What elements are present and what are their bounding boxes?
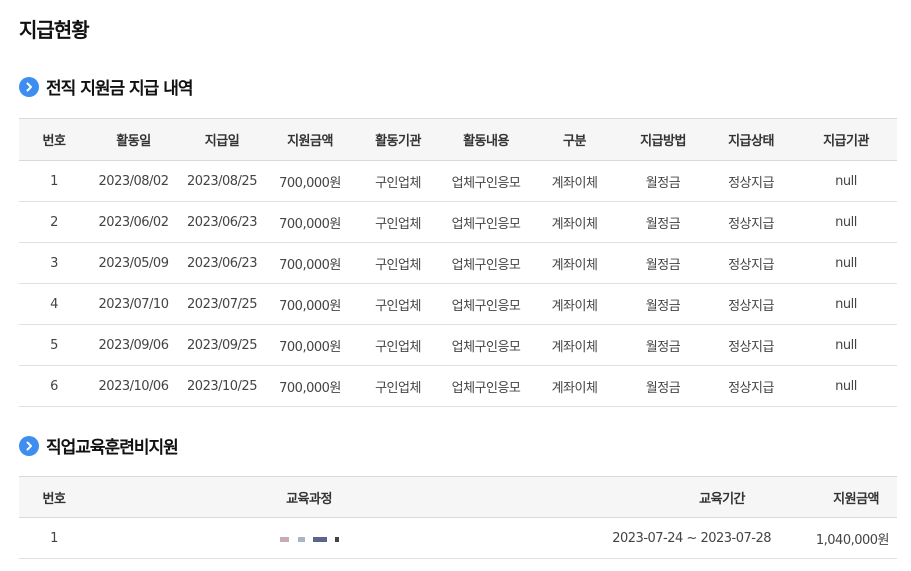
cell-payment-status: 정상지급 [707, 160, 795, 202]
col-header-activity-date: 활동일 [89, 118, 178, 161]
cell-payment-date: 2023/07/25 [178, 283, 266, 325]
cell-activity-date: 2023/06/02 [89, 201, 178, 243]
table-row: 2 2023/06/02 2023/06/23 700,000원 구인업체 업체… [19, 201, 897, 243]
cell-course [89, 517, 529, 559]
table-row: 6 2023/10/06 2023/10/25 700,000원 구인업체 업체… [19, 365, 897, 407]
cell-payment-method: 월정금 [619, 324, 707, 366]
cell-activity-org: 구인업체 [354, 283, 442, 325]
section-title-vocational-training: 직업교육훈련비지원 [19, 433, 179, 458]
cell-activity-content: 업체구인응모 [442, 324, 530, 366]
table-header-row: 번호 활동일 지급일 지원금액 활동기관 활동내용 구분 지급방법 지급상태 지… [19, 118, 897, 161]
cell-activity-date: 2023/07/10 [89, 283, 178, 325]
cell-payment-method: 월정금 [619, 160, 707, 202]
col-header-payment-status: 지급상태 [707, 118, 795, 161]
cell-type: 계좌이체 [530, 365, 619, 407]
cell-payment-status: 정상지급 [707, 242, 795, 284]
cell-activity-content: 업체구인응모 [442, 242, 530, 284]
cell-amount: 700,000원 [266, 201, 354, 243]
page-title: 지급현황 [19, 18, 90, 42]
cell-no: 2 [19, 201, 89, 243]
cell-activity-org: 구인업체 [354, 242, 442, 284]
col-header-training-period: 교육기간 [529, 476, 789, 518]
section-title-label: 전직 지원금 지급 내역 [46, 79, 194, 99]
col-header-no: 번호 [19, 118, 89, 161]
cell-type: 계좌이체 [530, 201, 619, 243]
table-row: 1 2023/08/02 2023/08/25 700,000원 구인업체 업체… [19, 160, 897, 202]
section-title-transition-support: 전직 지원금 지급 내역 [19, 74, 194, 99]
cell-activity-content: 업체구인응모 [442, 365, 530, 407]
cell-amount: 700,000원 [266, 242, 354, 284]
col-header-payment-date: 지급일 [178, 118, 266, 161]
cell-activity-content: 업체구인응모 [442, 283, 530, 325]
cell-activity-date: 2023/09/06 [89, 324, 178, 366]
redacted-course-name [279, 536, 339, 542]
cell-activity-content: 업체구인응모 [442, 160, 530, 202]
col-header-payment-method: 지급방법 [619, 118, 707, 161]
section-title-label: 직업교육훈련비지원 [46, 438, 179, 458]
cell-activity-org: 구인업체 [354, 324, 442, 366]
cell-no: 4 [19, 283, 89, 325]
cell-activity-content: 업체구인응모 [442, 201, 530, 243]
cell-no: 6 [19, 365, 89, 407]
cell-no: 5 [19, 324, 89, 366]
cell-amount: 1,040,000원 [789, 517, 897, 559]
cell-payment-method: 월정금 [619, 283, 707, 325]
cell-payment-date: 2023/08/25 [178, 160, 266, 202]
col-header-course: 교육과정 [89, 476, 529, 518]
table-row: 3 2023/05/09 2023/06/23 700,000원 구인업체 업체… [19, 242, 897, 284]
cell-type: 계좌이체 [530, 324, 619, 366]
cell-type: 계좌이체 [530, 283, 619, 325]
col-header-no: 번호 [19, 476, 89, 518]
cell-training-period: 2023-07-24 ~ 2023-07-28 [529, 517, 789, 559]
cell-amount: 700,000원 [266, 365, 354, 407]
cell-no: 1 [19, 517, 89, 559]
cell-payment-status: 정상지급 [707, 201, 795, 243]
cell-payment-date: 2023/06/23 [178, 201, 266, 243]
cell-type: 계좌이체 [530, 160, 619, 202]
cell-payment-org: null [795, 365, 897, 407]
cell-payment-date: 2023/09/25 [178, 324, 266, 366]
cell-type: 계좌이체 [530, 242, 619, 284]
vocational-training-table: 번호 교육과정 교육기간 지원금액 1 2023-07-24 ~ 2023-07… [19, 476, 897, 559]
col-header-amount: 지원금액 [266, 118, 354, 161]
cell-payment-date: 2023/06/23 [178, 242, 266, 284]
cell-payment-org: null [795, 242, 897, 284]
cell-payment-org: null [795, 160, 897, 202]
col-header-type: 구분 [530, 118, 619, 161]
chevron-right-circle-icon [19, 435, 39, 456]
cell-amount: 700,000원 [266, 324, 354, 366]
cell-payment-org: null [795, 201, 897, 243]
cell-payment-status: 정상지급 [707, 324, 795, 366]
cell-payment-method: 월정금 [619, 242, 707, 284]
cell-payment-status: 정상지급 [707, 283, 795, 325]
cell-payment-date: 2023/10/25 [178, 365, 266, 407]
transition-support-table: 번호 활동일 지급일 지원금액 활동기관 활동내용 구분 지급방법 지급상태 지… [19, 118, 897, 407]
cell-no: 3 [19, 242, 89, 284]
cell-payment-method: 월정금 [619, 365, 707, 407]
cell-activity-org: 구인업체 [354, 160, 442, 202]
table-row: 5 2023/09/06 2023/09/25 700,000원 구인업체 업체… [19, 324, 897, 366]
table-header-row: 번호 교육과정 교육기간 지원금액 [19, 476, 897, 518]
col-header-payment-org: 지급기관 [795, 118, 897, 161]
table-row: 4 2023/07/10 2023/07/25 700,000원 구인업체 업체… [19, 283, 897, 325]
cell-activity-date: 2023/08/02 [89, 160, 178, 202]
cell-amount: 700,000원 [266, 283, 354, 325]
cell-activity-org: 구인업체 [354, 365, 442, 407]
chevron-right-circle-icon [19, 76, 39, 97]
cell-activity-date: 2023/10/06 [89, 365, 178, 407]
col-header-amount: 지원금액 [789, 476, 897, 518]
cell-payment-org: null [795, 324, 897, 366]
cell-no: 1 [19, 160, 89, 202]
cell-activity-date: 2023/05/09 [89, 242, 178, 284]
cell-amount: 700,000원 [266, 160, 354, 202]
cell-payment-method: 월정금 [619, 201, 707, 243]
cell-payment-status: 정상지급 [707, 365, 795, 407]
col-header-activity-org: 활동기관 [354, 118, 442, 161]
col-header-activity-content: 활동내용 [442, 118, 530, 161]
cell-activity-org: 구인업체 [354, 201, 442, 243]
table-row: 1 2023-07-24 ~ 2023-07-28 1,040,000원 [19, 517, 897, 559]
cell-payment-org: null [795, 283, 897, 325]
